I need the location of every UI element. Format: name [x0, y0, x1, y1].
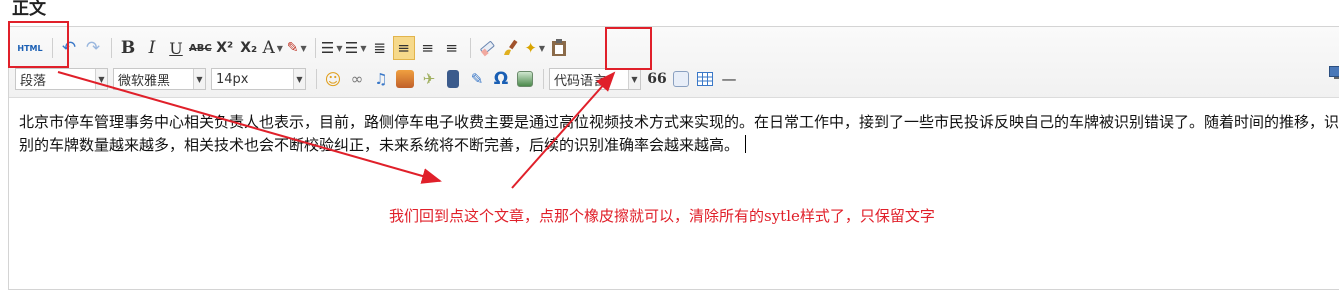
chevron-down-icon: ▼ — [539, 44, 545, 53]
paragraph-select[interactable]: 段落 ▼ — [15, 68, 108, 90]
film-icon — [447, 70, 459, 88]
separator — [315, 38, 316, 58]
map-button[interactable]: ✈ — [418, 67, 440, 91]
image-button[interactable] — [394, 67, 416, 91]
eraser-icon — [478, 39, 496, 57]
magic-wand-icon: ✦ — [524, 39, 537, 57]
align-center-icon: ≡ — [421, 39, 434, 57]
rich-text-editor[interactable]: HTML ↶ ↷ B I U ABC X² X₂ A ▼ ✎ ▼ ☰ ▼ — [8, 26, 1339, 290]
chevron-down-icon: ▼ — [193, 69, 205, 89]
align-right-button[interactable]: ≡ — [441, 36, 463, 60]
video-button[interactable] — [442, 67, 464, 91]
italic-button[interactable]: I — [141, 36, 163, 60]
editor-toolbar: HTML ↶ ↷ B I U ABC X² X₂ A ▼ ✎ ▼ ☰ ▼ — [9, 27, 1339, 98]
picture-icon — [517, 71, 533, 87]
page-title: 正文 — [12, 0, 46, 20]
blockquote-button[interactable]: 66 — [646, 67, 668, 91]
indent-icon: ≣ — [373, 39, 386, 57]
separator — [111, 38, 112, 58]
map-icon: ✈ — [423, 70, 436, 88]
chevron-down-icon: ▼ — [360, 44, 366, 53]
annotation-text: 我们回到点这个文章，点那个橡皮擦就可以，清除所有的sytle样式了，只保留文字 — [389, 205, 935, 226]
special-char-button[interactable]: Ω — [490, 67, 512, 91]
link-icon: ∞ — [351, 70, 364, 88]
code-language-select-value: 代码语言 — [554, 70, 606, 89]
separator — [470, 38, 471, 58]
ordered-list-icon: ☰ — [321, 39, 334, 57]
font-family-select[interactable]: 微软雅黑 ▼ — [113, 68, 206, 90]
redo-icon[interactable]: ↷ — [82, 36, 104, 60]
subscript-button[interactable]: X₂ — [238, 36, 260, 60]
paste-icon — [551, 39, 567, 57]
paragraph-select-value: 段落 — [20, 70, 46, 89]
chevron-down-icon: ▼ — [293, 69, 305, 89]
emoji-icon: ☺ — [325, 70, 342, 89]
format-brush-button[interactable] — [500, 36, 522, 60]
highlight-color-button[interactable]: ✎ ▼ — [286, 36, 308, 60]
align-center-button[interactable]: ≡ — [417, 36, 439, 60]
attachment-icon: ✎ — [471, 70, 484, 88]
separator — [316, 69, 317, 89]
eraser-button[interactable] — [476, 36, 498, 60]
align-left-icon: ≡ — [397, 39, 410, 57]
image-icon — [396, 70, 414, 88]
separator — [543, 69, 544, 89]
quote-icon: 66 — [647, 71, 666, 87]
chevron-down-icon: ▼ — [628, 69, 640, 89]
music-icon: ♫ — [374, 70, 387, 88]
table-button[interactable] — [694, 67, 716, 91]
unordered-list-icon: ☰ — [345, 39, 358, 57]
template-icon — [673, 71, 689, 87]
highlighter-icon: ✎ — [287, 40, 299, 56]
font-color-label: A — [262, 38, 274, 58]
editor-content[interactable]: 北京市停车管理事务中心相关负责人也表示，目前，路侧停车电子收费主要是通过高位视频… — [19, 111, 1339, 157]
content-paragraph: 北京市停车管理事务中心相关负责人也表示，目前，路侧停车电子收费主要是通过高位视频… — [19, 113, 1339, 154]
chevron-down-icon: ▼ — [300, 44, 306, 53]
picture-button[interactable] — [514, 67, 536, 91]
toolbar-row-1: HTML ↶ ↷ B I U ABC X² X₂ A ▼ ✎ ▼ ☰ ▼ — [9, 34, 572, 62]
emoji-button[interactable]: ☺ — [322, 67, 344, 91]
chevron-down-icon: ▼ — [336, 44, 342, 53]
link-button[interactable]: ∞ — [346, 67, 368, 91]
music-button[interactable]: ♫ — [370, 67, 392, 91]
chevron-down-icon: ▼ — [277, 44, 283, 53]
indent-button[interactable]: ≣ — [369, 36, 391, 60]
brush-icon — [502, 39, 520, 57]
font-color-button[interactable]: A ▼ — [262, 36, 284, 60]
template-button[interactable] — [670, 67, 692, 91]
html-button-highlight-box — [8, 21, 69, 68]
hr-icon: — — [722, 70, 737, 88]
code-language-select[interactable]: 代码语言 ▼ — [549, 68, 641, 90]
align-right-icon: ≡ — [445, 39, 458, 57]
font-family-select-value: 微软雅黑 — [118, 70, 170, 89]
paste-button[interactable] — [548, 36, 570, 60]
attachment-button[interactable]: ✎ — [466, 67, 488, 91]
superscript-button[interactable]: X² — [214, 36, 236, 60]
ordered-list-button[interactable]: ☰ ▼ — [321, 36, 343, 60]
fullscreen-button[interactable] — [1329, 65, 1339, 84]
text-cursor — [745, 135, 746, 153]
fullscreen-icon — [1329, 66, 1339, 80]
horizontal-rule-button[interactable]: — — [718, 67, 740, 91]
underline-button[interactable]: U — [165, 36, 187, 60]
magic-wand-button[interactable]: ✦ ▼ — [524, 36, 546, 60]
font-size-select[interactable]: 14px ▼ — [211, 68, 306, 90]
align-left-button[interactable]: ≡ — [393, 36, 415, 60]
font-size-select-value: 14px — [216, 72, 249, 87]
strikethrough-button[interactable]: ABC — [189, 36, 212, 60]
chevron-down-icon: ▼ — [95, 69, 107, 89]
eraser-highlight-box — [605, 27, 652, 70]
table-icon — [697, 72, 713, 86]
bold-button[interactable]: B — [117, 36, 139, 60]
omega-icon: Ω — [494, 69, 508, 89]
unordered-list-button[interactable]: ☰ ▼ — [345, 36, 367, 60]
